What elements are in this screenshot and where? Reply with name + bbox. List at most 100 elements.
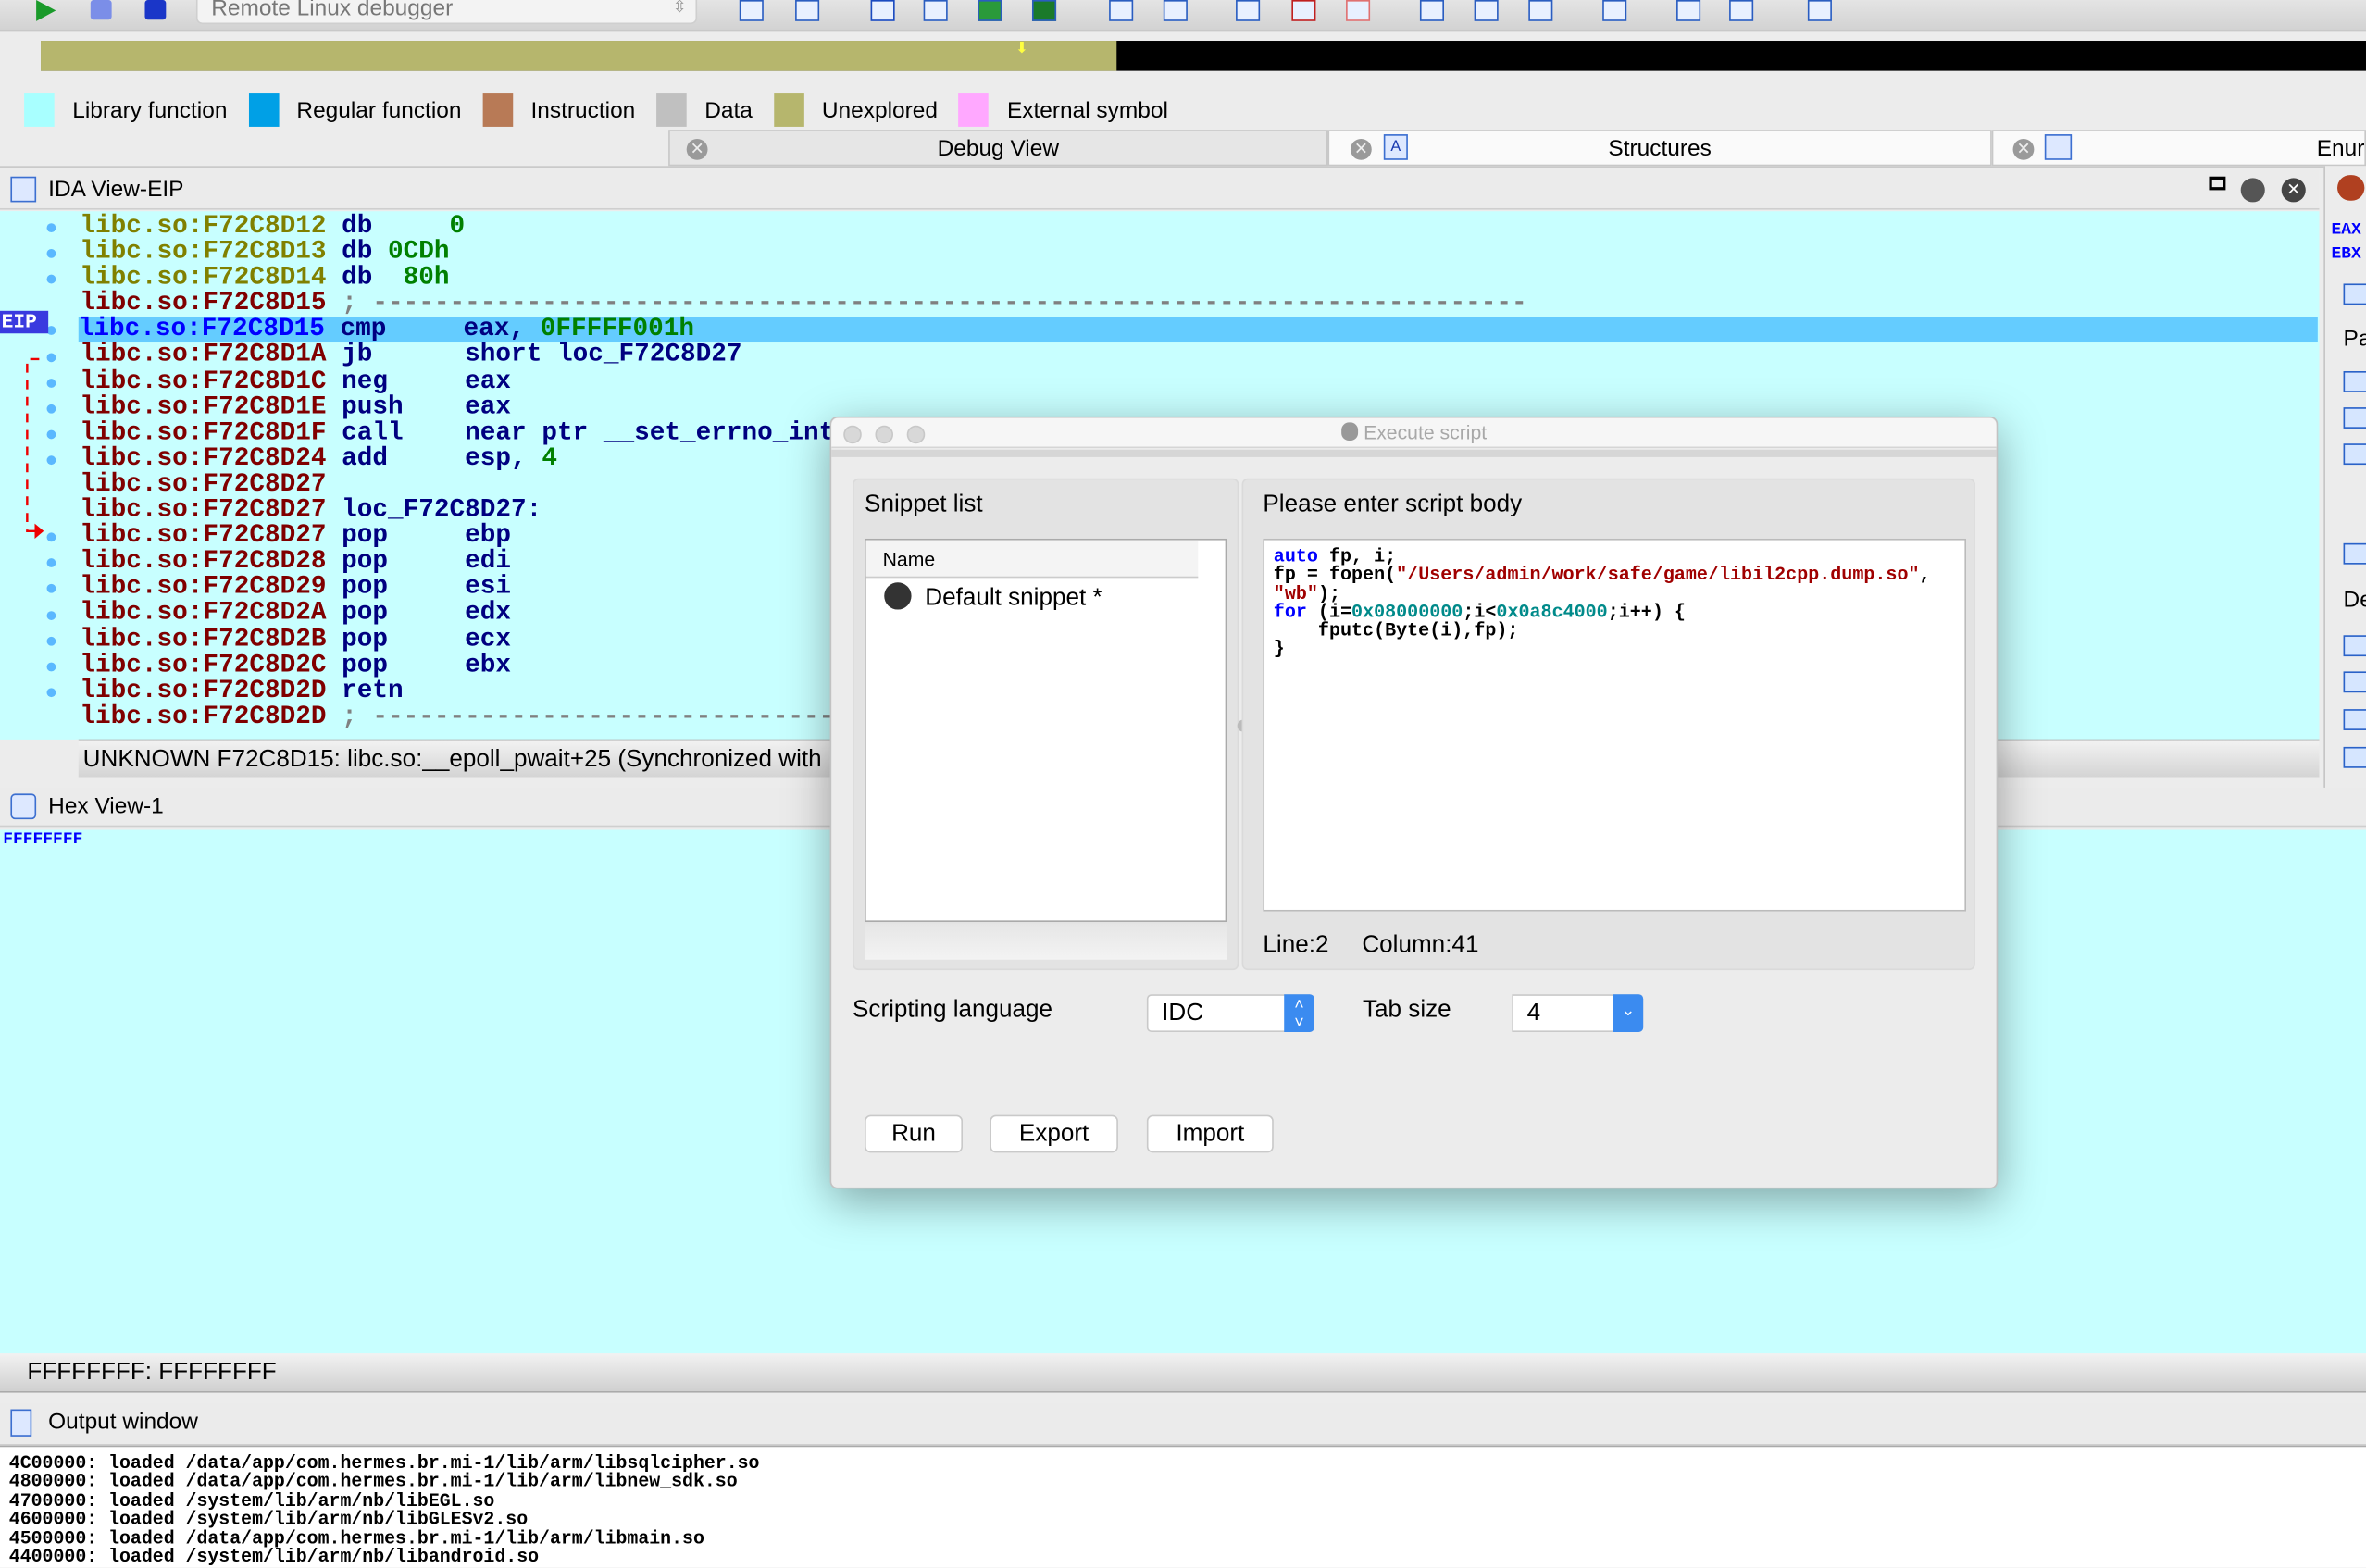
snippet-list-toolbar	[865, 923, 1227, 960]
maximize-icon[interactable]	[2209, 176, 2226, 191]
breakpoint-dot-icon[interactable]	[46, 636, 56, 646]
breakpoint-dot-icon[interactable]	[46, 687, 56, 697]
run-button[interactable]: Run	[865, 1114, 964, 1153]
disassembly-line[interactable]: libc.so:F72C8D1C neg eax	[80, 369, 2317, 395]
operand: short loc_F72C8D27	[465, 342, 742, 371]
close-icon[interactable]: ✕	[2012, 138, 2035, 160]
register-ebx[interactable]: EBX	[2332, 243, 2361, 267]
add-watch-icon[interactable]	[1474, 0, 1499, 21]
disassembly-line[interactable]: libc.so:F72C8D1A jb short loc_F72C8D27	[80, 343, 2317, 369]
breakpoint-dot-icon[interactable]	[46, 378, 56, 388]
mnemonic: retn	[342, 677, 404, 706]
watch-icon[interactable]	[1419, 0, 1445, 21]
register-eax[interactable]: EAX	[2332, 218, 2361, 243]
import-button[interactable]: Import	[1146, 1114, 1274, 1153]
navigation-band[interactable]: ⬇	[41, 41, 2366, 71]
disassembly-line[interactable]: libc.so:F72C8D12 db 0	[80, 214, 2317, 240]
close-icon[interactable]: ✕	[686, 138, 708, 160]
breakpoint-dot-icon[interactable]	[46, 610, 56, 620]
mnemonic: call	[342, 418, 404, 448]
module-icon[interactable]	[2343, 443, 2366, 466]
restore-icon[interactable]	[2240, 178, 2265, 203]
snippet-item[interactable]: Default snippet *	[884, 582, 1102, 616]
close-window-button[interactable]	[843, 425, 862, 444]
legend-swatch	[24, 93, 55, 127]
thread-icon[interactable]	[2343, 635, 2366, 657]
ida-view-header: IDA View-EIP ✕	[0, 170, 2320, 210]
debugger-select[interactable]: Remote Linux debugger ⇳	[195, 0, 698, 25]
operand: esp,	[465, 444, 542, 474]
disassembly-line[interactable]: libc.so:F72C8D14 db 80h	[80, 266, 2317, 292]
thread-icon[interactable]	[2343, 542, 2366, 565]
step-over-icon[interactable]	[923, 0, 948, 21]
minimize-window-button[interactable]	[875, 425, 894, 444]
delete-watch-icon[interactable]	[1528, 0, 1553, 21]
address: libc.so:F72C8D13	[80, 238, 327, 268]
breakpoint-dot-icon[interactable]	[46, 662, 56, 671]
breakpoint-icon[interactable]	[1236, 0, 1261, 21]
breakpoint-dot-icon[interactable]	[46, 404, 56, 414]
toolbar-button-icon[interactable]	[1163, 0, 1188, 21]
address: libc.so:F72C8D2A	[80, 599, 327, 628]
breakpoint-dot-icon[interactable]	[46, 429, 56, 440]
output-line: 4700000: loaded /system/lib/arm/nb/libEG…	[8, 1490, 495, 1512]
add-breakpoint-icon[interactable]	[1291, 0, 1316, 21]
disassembly-line[interactable]: libc.so:F72C8D13 db 0CDh	[80, 240, 2317, 266]
toolbar-button-icon[interactable]	[795, 0, 820, 21]
thread-icon[interactable]	[2343, 746, 2366, 768]
export-button[interactable]: Export	[990, 1114, 1118, 1153]
module-icon[interactable]	[2343, 283, 2366, 305]
breakpoint-dot-icon[interactable]	[46, 352, 56, 362]
column-header-name[interactable]: Name	[865, 540, 1199, 579]
dialog-titlebar[interactable]: Execute script	[831, 417, 1997, 449]
scripting-language-select[interactable]: IDC ˄ ˅	[1146, 994, 1314, 1032]
code-line: fp = fopen("/Users/admin/work/safe/game/…	[1274, 566, 1931, 585]
step-into-icon[interactable]	[870, 0, 895, 21]
stop-icon[interactable]	[144, 0, 167, 20]
output-lines: 4C00000: loaded /data/app/com.hermes.br.…	[8, 1454, 760, 1567]
close-icon[interactable]: ✕	[2281, 178, 2306, 203]
operand: edx	[465, 599, 512, 628]
trace-icon[interactable]	[1676, 0, 1701, 21]
enums-icon	[2044, 134, 2073, 160]
address: libc.so:F72C8D1F	[80, 418, 327, 448]
jump-arrow-icon	[26, 357, 44, 539]
eip-marker: EIP	[0, 310, 49, 334]
run-until-return-icon[interactable]	[1031, 0, 1057, 21]
breakpoint-dot-icon[interactable]	[46, 455, 56, 465]
legend-item: Regular function	[248, 93, 482, 127]
toolbar-button-icon[interactable]	[1109, 0, 1134, 21]
hex-line: FFFFFFFF	[3, 831, 83, 850]
tab-structures[interactable]: ✕ A Structures	[1327, 130, 1992, 167]
play-icon[interactable]	[36, 0, 56, 21]
module-icon[interactable]	[2343, 407, 2366, 429]
script-editor[interactable]: auto fp, i; fp = fopen("/Users/admin/work…	[1263, 538, 1967, 912]
zoom-window-button[interactable]	[906, 425, 926, 444]
thread-icon[interactable]	[2343, 709, 2366, 730]
current-position-arrow-icon: ⬇	[1015, 41, 1028, 57]
trace-icon[interactable]	[1807, 0, 1832, 21]
pause-icon[interactable]	[90, 0, 112, 20]
trace-icon[interactable]	[1729, 0, 1754, 21]
close-icon[interactable]: ✕	[1350, 138, 1372, 160]
tab-size-select[interactable]: 4 ⌄	[1512, 994, 1644, 1032]
disassembly-line[interactable]: libc.so:F72C8D15 ; ---------------------…	[80, 292, 2317, 317]
module-icon[interactable]	[2343, 371, 2366, 392]
snippet-list[interactable]: Name Default snippet *	[865, 538, 1227, 922]
delete-breakpoint-icon[interactable]	[1346, 0, 1371, 21]
trace-icon[interactable]	[1602, 0, 1627, 21]
cursor-position: Line:2 Column:41	[1263, 932, 1478, 959]
tab-enums[interactable]: ✕ Enur	[1991, 130, 2366, 167]
code-token: }	[1273, 639, 1285, 661]
breakpoint-dot-icon[interactable]	[46, 223, 56, 233]
run-to-cursor-icon[interactable]	[978, 0, 1002, 21]
address: libc.so:F72C8D2C	[80, 651, 327, 680]
toolbar-button-icon[interactable]	[739, 0, 764, 21]
output-window[interactable]: 4C00000: loaded /data/app/com.hermes.br.…	[0, 1445, 2366, 1568]
thread-icon[interactable]	[2343, 671, 2366, 693]
current-instruction-line[interactable]: libc.so:F72C8D15 cmp eax, 0FFFFF001h	[78, 317, 2318, 343]
tab-debug-view[interactable]: ✕ Debug View	[668, 130, 1328, 167]
operand: ebx	[465, 651, 512, 680]
ida-logo-icon	[1340, 422, 1358, 441]
code-token: "/Users/admin/work/safe/game/libil2cpp.d…	[1396, 565, 1920, 586]
